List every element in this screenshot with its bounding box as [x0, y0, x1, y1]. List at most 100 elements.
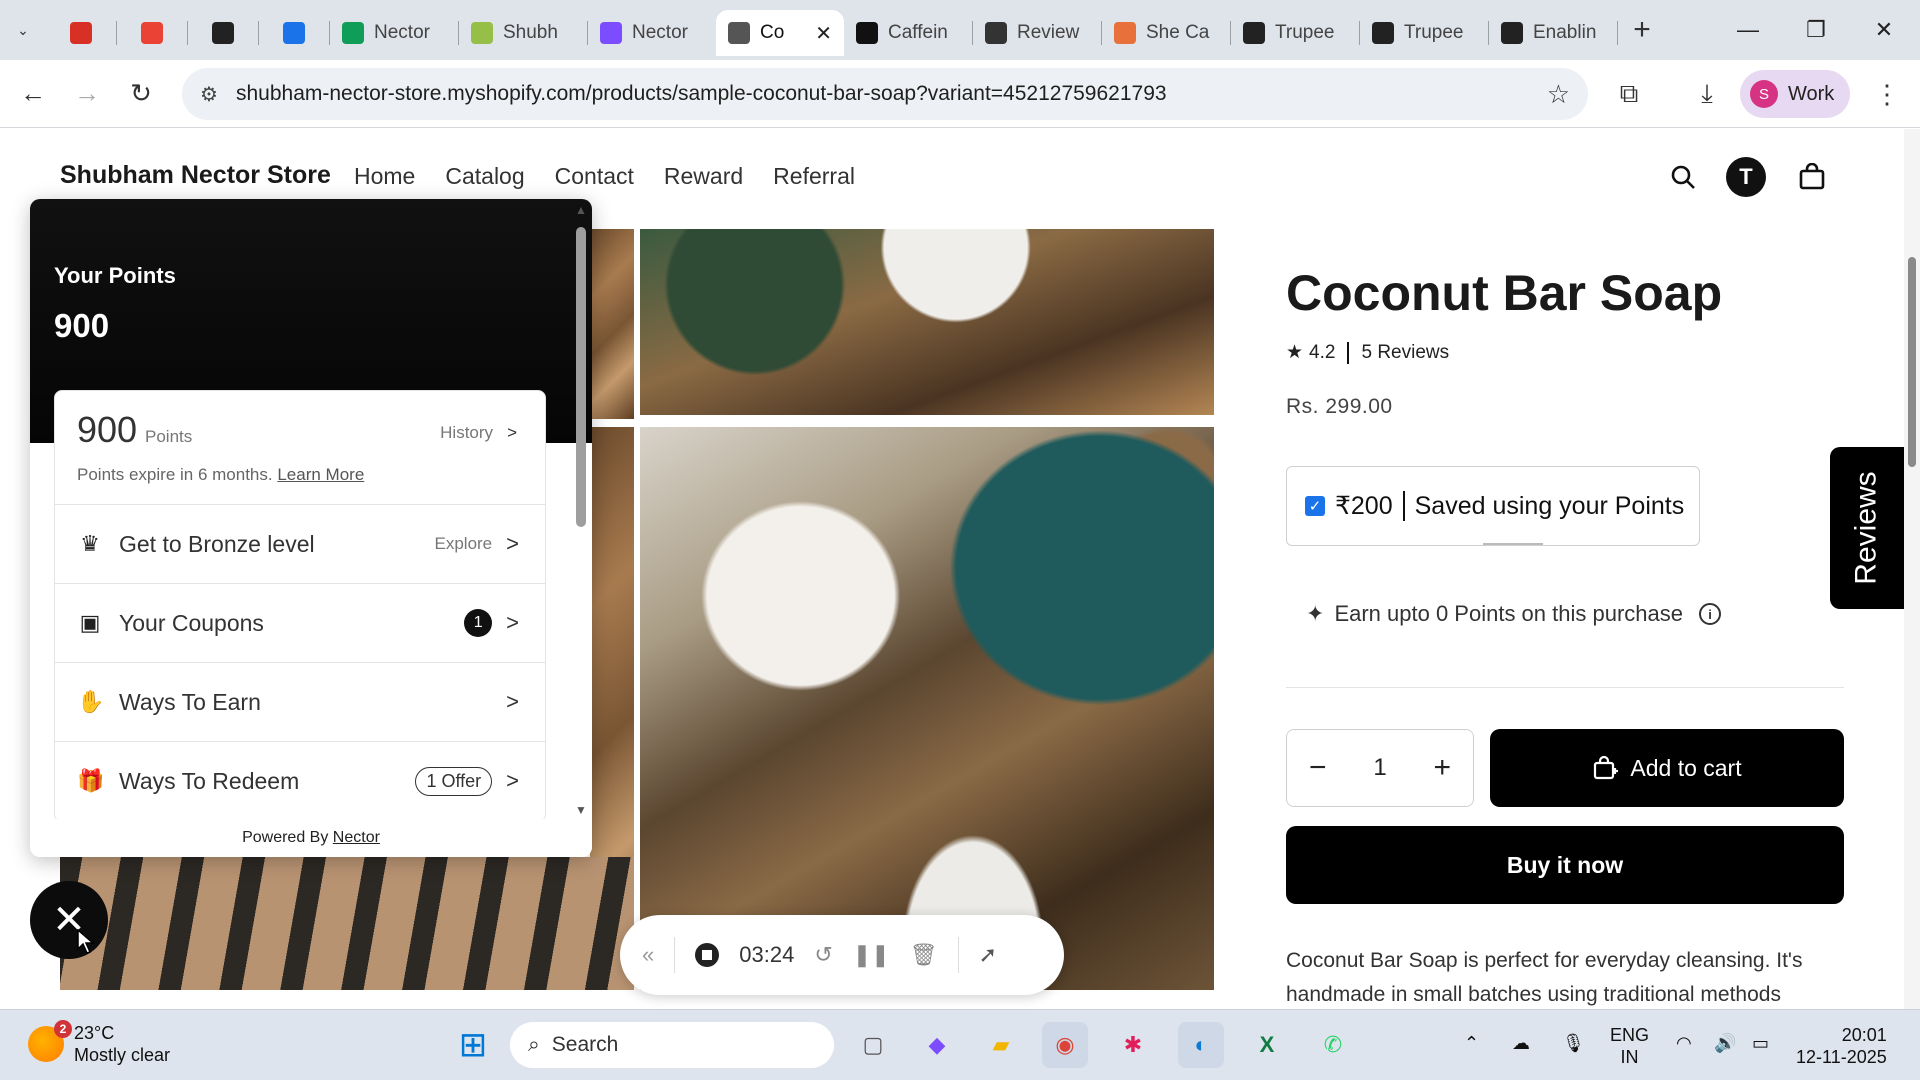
gallery-image-top[interactable] — [640, 229, 1214, 415]
language-indicator[interactable]: ENG IN — [1610, 1024, 1649, 1068]
quantity-value[interactable]: 1 — [1373, 754, 1386, 782]
scroll-up-icon[interactable]: ▲ — [575, 203, 587, 217]
scroll-down-icon[interactable]: ▼ — [575, 803, 587, 817]
browser-tab[interactable]: Shubh — [459, 10, 587, 56]
extensions-icon[interactable]: ⧉ — [1602, 67, 1656, 121]
add-to-cart-button[interactable]: Add to cart — [1490, 729, 1844, 807]
browser-tab[interactable]: She Ca — [1102, 10, 1230, 56]
minimize-button[interactable]: — — [1714, 0, 1782, 60]
site-info-icon[interactable]: ⚙ — [200, 82, 236, 107]
widget-scrollbar-thumb[interactable] — [576, 227, 586, 527]
collapse-icon[interactable]: « — [642, 942, 654, 968]
stop-recording-button[interactable] — [695, 943, 720, 967]
earn-text: Earn upto 0 Points on this purchase — [1334, 601, 1683, 626]
tab-close-icon[interactable]: ✕ — [815, 21, 832, 46]
task-view-icon[interactable]: ▢ — [850, 1022, 896, 1068]
browser-tab[interactable] — [117, 10, 187, 56]
address-bar[interactable]: ⚙ shubham-nector-store.myshopify.com/pro… — [182, 68, 1588, 120]
product-rating[interactable]: ★ 4.2 5 Reviews — [1286, 341, 1449, 364]
points-redeem-box[interactable]: ✓ ₹200 Saved using your Points — [1286, 466, 1700, 546]
info-icon[interactable]: i — [1699, 603, 1721, 625]
reviews-count[interactable]: 5 Reviews — [1361, 342, 1449, 364]
record-icon — [70, 22, 92, 44]
whatsapp-icon[interactable]: ✆ — [1310, 1022, 1356, 1068]
new-tab-button[interactable]: + — [1618, 13, 1666, 47]
browser-tab[interactable] — [46, 10, 116, 56]
browser-tab[interactable]: Caffein — [844, 10, 972, 56]
restore-button[interactable]: ❐ — [1782, 0, 1850, 60]
browser-tab[interactable] — [188, 10, 258, 56]
copilot-icon[interactable]: ◆ — [914, 1022, 960, 1068]
wifi-icon[interactable]: ◠ — [1676, 1032, 1692, 1054]
buy-now-button[interactable]: Buy it now — [1286, 826, 1844, 904]
page-scrollbar[interactable] — [1904, 129, 1920, 1009]
volume-icon[interactable]: 🔊 — [1714, 1032, 1736, 1054]
gallery-image-main[interactable] — [640, 427, 1214, 990]
cart-bag-icon[interactable] — [1792, 157, 1832, 197]
learn-more-link[interactable]: Learn More — [277, 465, 364, 484]
nav-link-reward[interactable]: Reward — [664, 163, 743, 190]
widget-row-label: Ways To Earn — [119, 688, 261, 715]
pause-icon[interactable]: ❚❚ — [853, 942, 890, 968]
decrease-quantity-button[interactable]: − — [1309, 751, 1327, 785]
widget-row-right: > — [506, 689, 519, 715]
taskbar-search[interactable]: ⌕ Search — [510, 1022, 834, 1068]
clock[interactable]: 20:01 12-11-2025 — [1796, 1024, 1887, 1068]
browser-tab[interactable]: Trupee — [1231, 10, 1359, 56]
windows-start-icon[interactable]: ⊞ — [450, 1022, 496, 1068]
browser-tab[interactable]: Review — [973, 10, 1101, 56]
widget-row-get-to-bronze-level[interactable]: ♛ Get to Bronze level Explore > — [55, 505, 545, 584]
delete-icon[interactable]: 🗑 — [910, 942, 938, 968]
bookmark-star-icon[interactable]: ☆ — [1547, 79, 1570, 110]
widget-scrollbar[interactable]: ▲ ▼ — [570, 199, 592, 819]
chevron-up-icon[interactable]: ⌃ — [1464, 1032, 1479, 1054]
account-avatar[interactable]: T — [1726, 157, 1766, 197]
close-window-button[interactable]: ✕ — [1850, 0, 1918, 60]
browser-tab[interactable]: Co ✕ — [716, 10, 844, 56]
browser-tab[interactable] — [259, 10, 329, 56]
reload-icon[interactable]: ↻ — [114, 67, 168, 121]
clock-time: 20:01 — [1841, 1025, 1887, 1045]
page-scrollbar-thumb[interactable] — [1908, 257, 1916, 467]
microphone-icon[interactable]: 🎙 — [1562, 1032, 1585, 1054]
offer-badge: 1 Offer — [415, 766, 493, 796]
browser-tab[interactable]: Nector — [330, 10, 458, 56]
nav-link-catalog[interactable]: Catalog — [445, 163, 524, 190]
battery-icon[interactable]: ▭ — [1752, 1032, 1769, 1054]
onedrive-icon[interactable]: ☁ — [1512, 1032, 1530, 1054]
nav-link-home[interactable]: Home — [354, 163, 415, 190]
menu-kebab-icon[interactable]: ⋮ — [1860, 67, 1914, 121]
powered-by-link[interactable]: Nector — [333, 829, 380, 846]
search-icon[interactable] — [1663, 157, 1703, 197]
slack-icon[interactable]: ✱ — [1110, 1022, 1156, 1068]
edge-icon[interactable]: ◐ — [1178, 1022, 1224, 1068]
widget-row-ways-to-earn[interactable]: ✋ Ways To Earn > — [55, 663, 545, 742]
browser-tab[interactable]: Trupee — [1360, 10, 1488, 56]
points-checkbox[interactable]: ✓ — [1305, 496, 1325, 516]
store-name[interactable]: Shubham Nector Store — [60, 161, 331, 190]
browser-tab[interactable]: Nector — [588, 10, 716, 56]
back-icon[interactable]: ← — [6, 67, 60, 121]
nav-link-contact[interactable]: Contact — [555, 163, 634, 190]
file-explorer-icon[interactable]: ▰ — [978, 1022, 1024, 1068]
restart-icon[interactable]: ↺ — [814, 942, 832, 968]
history-link[interactable]: History > — [440, 423, 517, 443]
widget-row-your-coupons[interactable]: ▣ Your Coupons 1 > — [55, 584, 545, 663]
tab-title: Co — [760, 22, 785, 43]
widget-row-ways-to-redeem[interactable]: 🎁 Ways To Redeem 1 Offer > — [55, 742, 545, 821]
pointer-tool-icon[interactable]: ➚ — [979, 942, 997, 968]
reviews-side-tab[interactable]: Reviews — [1830, 447, 1904, 609]
excel-icon[interactable]: X — [1244, 1022, 1290, 1068]
download-icon[interactable]: ⤓ — [1680, 67, 1734, 121]
forward-icon[interactable]: → — [60, 67, 114, 121]
browser-tab[interactable]: Enablin — [1489, 10, 1617, 56]
profile-button[interactable]: S Work — [1740, 70, 1851, 118]
tab-search-button[interactable]: ⌄ — [0, 10, 46, 50]
weather-widget[interactable]: 2 23°C Mostly clear — [28, 1020, 170, 1066]
chrome-icon[interactable]: ◉ — [1042, 1022, 1088, 1068]
points-expiry: Points expire in 6 months. Learn More — [77, 465, 364, 485]
increase-quantity-button[interactable]: + — [1433, 751, 1451, 785]
nav-link-referral[interactable]: Referral — [773, 163, 855, 190]
url-text[interactable]: shubham-nector-store.myshopify.com/produ… — [236, 82, 1167, 106]
widget-close-launcher[interactable]: ✕ — [30, 881, 108, 959]
